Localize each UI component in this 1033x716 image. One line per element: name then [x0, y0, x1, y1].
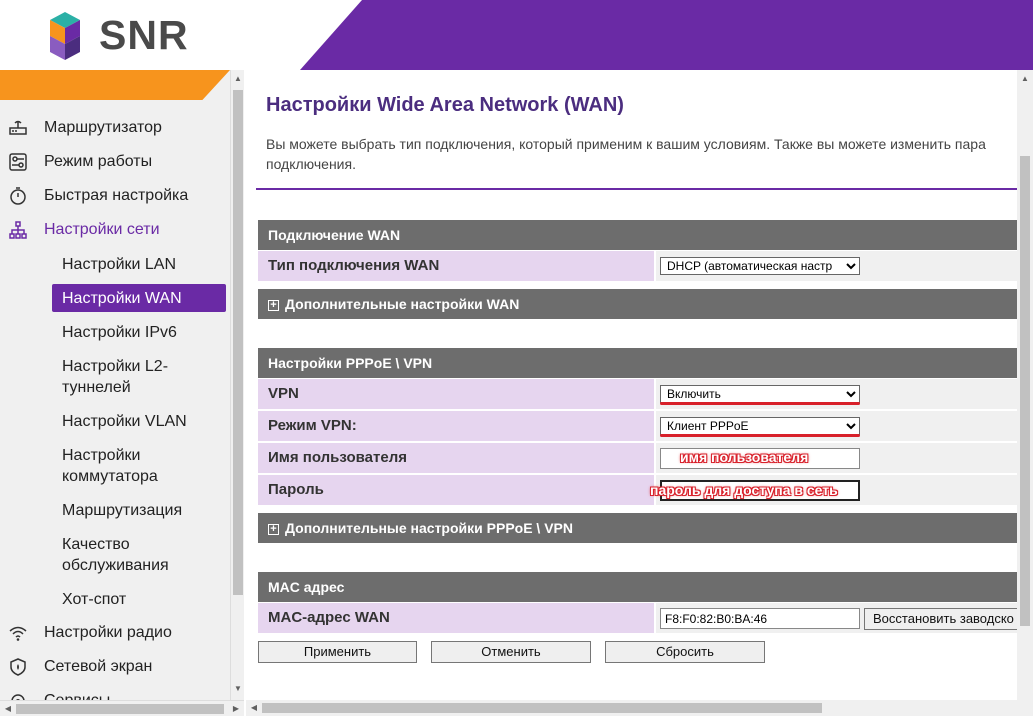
expand-wan-advanced[interactable]: + Дополнительные настройки WAN: [258, 289, 1017, 319]
main-content: Настройки Wide Area Network (WAN) Вы мож…: [246, 70, 1017, 700]
expand-plus-icon: +: [268, 299, 279, 311]
section-header-pppoe: Настройки PPPoE \ VPN: [258, 348, 1017, 378]
vpn-mode-select[interactable]: Клиент PPPoE: [660, 417, 860, 435]
label-mac: MAC-адрес WAN: [258, 603, 654, 633]
value-cell: Восстановить заводско: [656, 603, 1017, 633]
scroll-left-arrow-icon[interactable]: ◀: [1, 702, 15, 716]
main-vertical-scrollbar[interactable]: ▲: [1017, 70, 1033, 700]
sidebar-item-label: Режим работы: [44, 153, 153, 170]
divider: [256, 188, 1017, 190]
section-header-wan: Подключение WAN: [258, 220, 1017, 250]
wifi-icon: [9, 626, 27, 641]
row-wan-type: Тип подключения WAN DHCP (автоматическая…: [258, 251, 1017, 281]
main-horizontal-scrollbar[interactable]: ◀: [246, 700, 1033, 716]
restore-factory-mac-button[interactable]: Восстановить заводско: [864, 608, 1017, 630]
vpn-select[interactable]: Включить: [660, 385, 860, 403]
cancel-button[interactable]: Отменить: [431, 641, 591, 663]
scroll-up-arrow-icon[interactable]: ▲: [231, 72, 245, 86]
page-description: Вы можете выбрать тип подключения, котор…: [266, 136, 986, 172]
apply-button[interactable]: Применить: [258, 641, 417, 663]
sidebar-item-label: Настройки радио: [44, 624, 172, 641]
sidebar-subitem-qos[interactable]: Качество обслуживания: [0, 527, 230, 582]
value-cell: Включить: [656, 379, 1017, 409]
scroll-left-arrow-icon[interactable]: ◀: [247, 701, 261, 715]
sidebar-subitem-l2-tunnels[interactable]: Настройки L2-туннелей: [0, 349, 230, 404]
section-header-mac: MAC адрес: [258, 572, 1017, 602]
username-annotation: имя пользователя: [680, 449, 809, 465]
sidebar-menu: Маршрутизатор Режим работы Быстрая настр…: [0, 111, 230, 716]
scrollbar-thumb[interactable]: [262, 703, 822, 713]
scrollbar-thumb[interactable]: [1020, 156, 1030, 626]
sidebar-subitem-lan[interactable]: Настройки LAN: [0, 247, 230, 281]
password-annotation: пароль для доступа в сеть: [650, 482, 838, 498]
red-underline-annotation: [660, 402, 860, 405]
network-icon: [9, 221, 27, 239]
scroll-down-arrow-icon[interactable]: ▼: [231, 682, 245, 696]
value-cell: DHCP (автоматическая настр: [656, 251, 1017, 281]
sliders-icon: [9, 153, 27, 171]
snr-logo-icon: [50, 12, 80, 60]
scrollbar-thumb[interactable]: [16, 704, 224, 714]
label-password: Пароль: [258, 475, 654, 505]
router-icon: [9, 120, 27, 135]
page-title: Настройки Wide Area Network (WAN): [266, 94, 624, 116]
label-vpn-mode: Режим VPN:: [258, 411, 654, 441]
scrollbar-thumb[interactable]: [233, 90, 243, 595]
sidebar-subitem-routing[interactable]: Маршрутизация: [0, 493, 230, 527]
scroll-up-arrow-icon[interactable]: ▲: [1018, 72, 1032, 86]
sidebar-item-network-settings[interactable]: Настройки сети: [0, 213, 230, 247]
sidebar-item-firewall[interactable]: Сетевой экран: [0, 650, 230, 684]
mac-input[interactable]: [660, 608, 860, 629]
scroll-right-arrow-icon[interactable]: ▶: [229, 702, 243, 716]
wan-type-select[interactable]: DHCP (автоматическая настр: [660, 257, 860, 275]
sidebar-vertical-scrollbar[interactable]: ▲ ▼: [230, 70, 244, 700]
sidebar-item-radio[interactable]: Настройки радио: [0, 616, 230, 650]
label-vpn: VPN: [258, 379, 654, 409]
sidebar-item-label: Маршрутизатор: [44, 119, 162, 136]
value-cell: имя пользователя: [656, 443, 1017, 473]
sidebar-subitem-ipv6[interactable]: Настройки IPv6: [0, 315, 230, 349]
shield-icon: [10, 658, 26, 676]
stopwatch-icon: [10, 187, 26, 205]
row-password: Пароль пароль для доступа в сеть: [258, 475, 1017, 505]
sidebar-subitem-switch[interactable]: Настройки коммутатора: [0, 438, 230, 493]
sidebar-subitem-hotspot[interactable]: Хот-спот: [0, 582, 230, 616]
sidebar-item-label: Быстрая настройка: [44, 187, 189, 204]
expand-plus-icon: +: [268, 523, 279, 535]
row-mac: MAC-адрес WAN Восстановить заводско: [258, 603, 1017, 633]
reset-button[interactable]: Сбросить: [605, 641, 765, 663]
row-vpn: VPN Включить: [258, 379, 1017, 409]
brand-name: SNR: [99, 12, 189, 58]
row-username: Имя пользователя имя пользователя: [258, 443, 1017, 473]
row-vpn-mode: Режим VPN: Клиент PPPoE: [258, 411, 1017, 441]
expand-pppoe-advanced[interactable]: + Дополнительные настройки PPPoE \ VPN: [258, 513, 1017, 543]
sidebar-accent: [0, 70, 230, 100]
sidebar-item-router[interactable]: Маршрутизатор: [0, 111, 230, 145]
red-underline-annotation: [660, 434, 860, 437]
label-wan-type: Тип подключения WAN: [258, 251, 654, 281]
header-banner: [300, 0, 1033, 70]
sidebar-subitem-vlan[interactable]: Настройки VLAN: [0, 404, 230, 438]
value-cell: Клиент PPPoE: [656, 411, 1017, 441]
sidebar-item-quick-setup[interactable]: Быстрая настройка: [0, 179, 230, 213]
sidebar: Маршрутизатор Режим работы Быстрая настр…: [0, 70, 244, 716]
label-username: Имя пользователя: [258, 443, 654, 473]
sidebar-item-label: Сетевой экран: [44, 658, 153, 675]
sidebar-item-label: Настройки сети: [44, 221, 160, 238]
sidebar-horizontal-scrollbar[interactable]: ◀ ▶: [0, 700, 244, 716]
sidebar-subitem-wan[interactable]: Настройки WAN: [52, 284, 226, 312]
value-cell: пароль для доступа в сеть: [650, 475, 1017, 505]
sidebar-item-mode[interactable]: Режим работы: [0, 145, 230, 179]
top-header: SNR: [0, 0, 1033, 70]
